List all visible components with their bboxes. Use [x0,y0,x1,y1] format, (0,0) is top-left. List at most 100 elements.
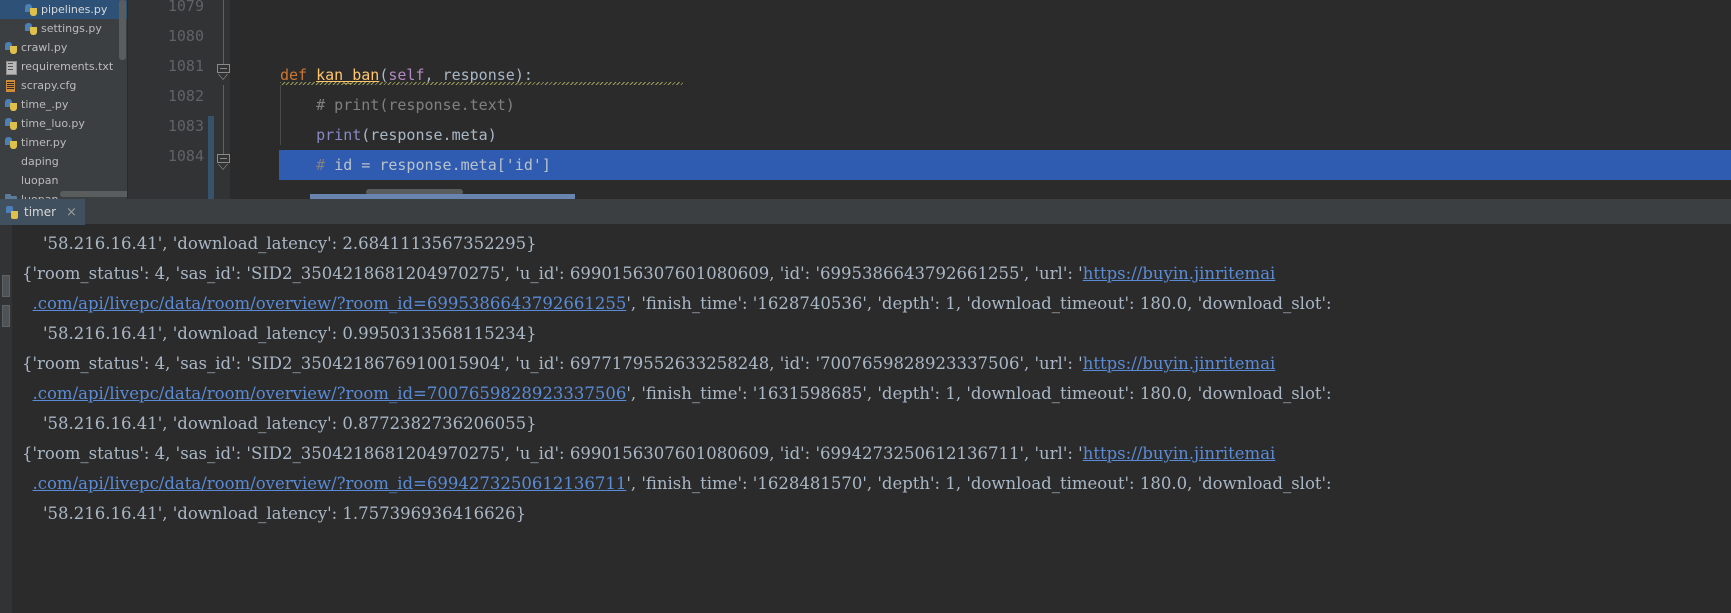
console-url-link[interactable]: https://buyin.jinritemai [1083,354,1276,373]
file-tree-item-time-luo-py[interactable]: time_luo.py [0,114,127,133]
tab-label: timer [24,205,56,219]
file-tree-item-label: daping [21,155,59,168]
code-token [280,126,316,144]
fold-collapse-icon[interactable] [217,154,230,167]
code-line[interactable]: print(response.meta) [230,120,1731,150]
line-number: 1082 [168,87,204,105]
inspection-squiggle [280,82,683,85]
file-tree-item-time-py[interactable]: time_.py [0,95,127,114]
file-tree-item-daping[interactable]: daping [0,152,127,171]
console-line: {'room_status': 4, 'sas_id': 'SID2_35042… [22,259,1275,289]
console-text-segment: {'room_status': 4, 'sas_id': 'SID2_35042… [22,264,1083,283]
line-number: 1080 [168,27,204,45]
file-tree-item-label: time_luo.py [21,117,85,130]
text-file-icon [4,60,18,74]
python-file-icon [6,206,19,219]
console-text-segment [22,294,33,313]
code-line[interactable]: def kan_ban(self, response): [230,60,1731,90]
fold-guide-line [223,0,224,71]
no-icon [4,155,18,169]
code-editor[interactable]: 107910801081108210831084 def kan_ban(sel… [128,0,1731,199]
console-text-segment: '58.216.16.41', 'download_latency': 0.99… [22,324,537,343]
code-line[interactable]: # print(response.text) [230,90,1731,120]
console-url-link[interactable]: https://buyin.jinritemai [1083,444,1276,463]
indent-guide [280,85,281,145]
file-tree-item-crawl-py[interactable]: crawl.py [0,38,127,57]
code-token: print [316,126,361,144]
file-tree-item-pipelines-py[interactable]: pipelines.py [0,0,127,19]
console-url-link[interactable]: .com/api/livepc/data/room/overview/?room… [33,384,627,403]
fold-guide-line [223,85,224,163]
console-line: {'room_status': 4, 'sas_id': 'SID2_35042… [22,439,1275,469]
console-line: .com/api/livepc/data/room/overview/?room… [22,289,1332,319]
console-text: '58.216.16.41', 'download_latency': 2.68… [22,225,1731,301]
code-line[interactable] [230,30,1731,60]
python-file-icon [4,41,18,55]
line-number: 1081 [168,57,204,75]
console-fold-marker[interactable] [2,305,10,327]
file-tree-item-timer-py[interactable]: timer.py [0,133,127,152]
no-icon [4,174,18,188]
console-text-segment: ', 'finish_time': '1628481570', 'depth':… [626,474,1331,493]
console-fold-marker[interactable] [2,275,10,297]
console-tab-bar: timer × [0,199,1731,225]
python-file-icon [4,117,18,131]
file-tree-item-label: time_.py [21,98,68,111]
console-text-segment: ', 'finish_time': '1631598685', 'depth':… [626,384,1331,403]
console-text-segment [22,384,33,403]
project-file-tree[interactable]: pipelines.py settings.py crawl.py requireme… [0,0,128,199]
code-token: (response.meta) [361,126,496,144]
console-line: '58.216.16.41', 'download_latency': 0.99… [22,319,537,349]
line-number-gutter: 107910801081108210831084 [128,0,214,199]
console-text-segment [22,474,33,493]
console-line: '58.216.16.41', 'download_latency': 2.68… [22,229,537,259]
console-text-segment: {'room_status': 4, 'sas_id': 'SID2_35042… [22,354,1083,373]
console-line: '58.216.16.41', 'download_latency': 0.87… [22,409,537,439]
line-number: 1083 [168,117,204,135]
python-file-icon [24,22,38,36]
python-file-icon [24,3,38,17]
file-tree-item-settings-py[interactable]: settings.py [0,19,127,38]
line-number: 1084 [168,147,204,165]
fold-collapse-icon[interactable] [217,64,230,77]
config-file-icon [4,79,18,93]
console-line: .com/api/livepc/data/room/overview/?room… [22,469,1332,499]
code-line[interactable]: # id = response.meta['id'] [230,150,1731,180]
file-tree-item-luopan[interactable]: luopan [0,171,127,190]
console-line: {'room_status': 4, 'sas_id': 'SID2_35042… [22,349,1275,379]
close-icon[interactable]: × [66,206,77,219]
vcs-change-marker[interactable] [208,116,214,199]
file-tree-horizontal-scrollbar[interactable] [60,191,128,197]
console-url-link[interactable]: .com/api/livepc/data/room/overview/?room… [33,474,627,493]
file-tree-item-scrapy-cfg[interactable]: scrapy.cfg [0,76,127,95]
console-line: .com/api/livepc/data/room/overview/?room… [22,379,1332,409]
code-token: # [280,156,334,174]
python-file-icon [4,98,18,112]
code-folding-gutter[interactable] [214,0,230,199]
python-file-icon [4,136,18,150]
run-console-panel: timer × '58.216.16.41', 'download_latenc… [0,199,1731,613]
file-tree-item-label: crawl.py [21,41,67,54]
console-output[interactable]: '58.216.16.41', 'download_latency': 2.68… [0,225,1731,613]
console-url-link[interactable]: https://buyin.jinritemai [1083,264,1276,283]
file-tree-item-label: luopan [21,174,58,187]
console-text-segment: ', 'finish_time': '1628740536', 'depth':… [626,294,1331,313]
code-text-area[interactable]: def kan_ban(self, response): # print(res… [230,0,1731,199]
file-tree-item-label: requirements.txt [21,60,113,73]
console-gutter [0,225,12,613]
code-token: id = response.meta['id'] [334,156,551,174]
tab-timer[interactable]: timer × [0,199,85,225]
file-tree-item-label: pipelines.py [41,3,107,16]
code-line[interactable] [230,0,1731,30]
file-tree-item-label: scrapy.cfg [21,79,76,92]
console-line: '58.216.16.41', 'download_latency': 1.75… [22,499,526,529]
editor-top-area: pipelines.py settings.py crawl.py requireme… [0,0,1731,199]
file-tree-vertical-scrollbar[interactable] [119,0,126,60]
file-tree-item-label: settings.py [41,22,102,35]
code-token: # print(response.text) [280,96,515,114]
console-url-link[interactable]: .com/api/livepc/data/room/overview/?room… [33,294,627,313]
console-text-segment: '58.216.16.41', 'download_latency': 1.75… [22,504,526,523]
file-tree-item-label: timer.py [21,136,66,149]
console-text-segment: '58.216.16.41', 'download_latency': 2.68… [22,234,537,253]
file-tree-item-requirements-txt[interactable]: requirements.txt [0,57,127,76]
